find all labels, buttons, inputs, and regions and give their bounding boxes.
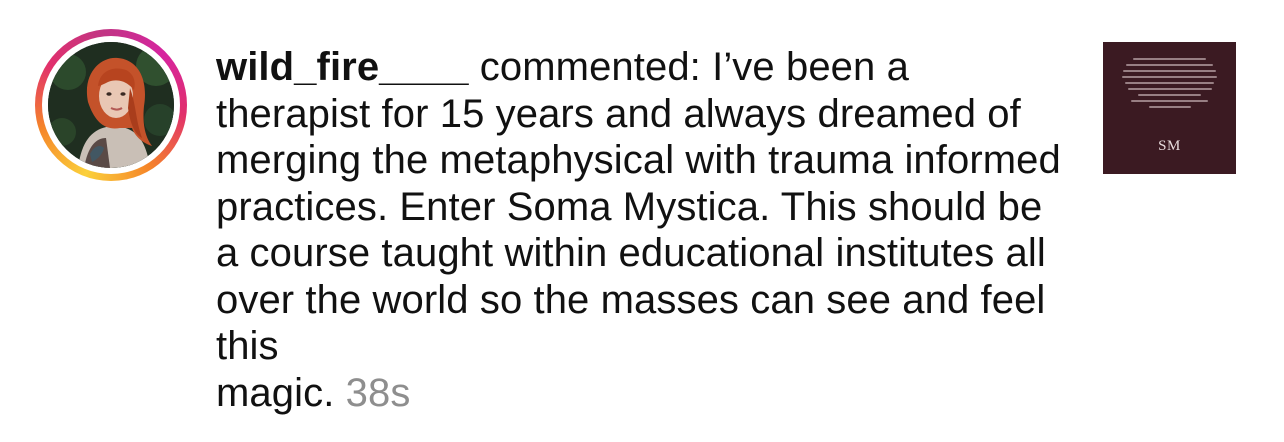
activity-notification[interactable]: wild_fire____ commented: I’ve been a the… [0,0,1284,442]
thumbnail-logo: SM [1158,138,1181,154]
comment-text: I’ve been a therapist for 15 years and a… [216,45,1061,368]
thumbnail-line [1126,64,1213,66]
thumbnail-line [1130,100,1209,102]
username-link[interactable]: wild_fire____ [216,45,469,89]
thumbnail-line [1148,106,1191,108]
thumbnail-line [1138,94,1201,96]
post-thumbnail[interactable]: SM [1103,42,1236,174]
avatar-ring-gap [42,36,180,174]
thumbnail-line [1127,88,1212,90]
avatar[interactable] [48,42,174,168]
avatar-photo-illustration [48,42,174,168]
notification-text: wild_fire____ commented: I’ve been a the… [216,44,1066,416]
thumbnail-line [1125,82,1214,84]
thumbnail-line [1122,76,1217,78]
thumbnail-line [1123,70,1216,72]
comment-last-word: magic. [216,370,335,415]
action-text: commented: [479,45,701,89]
thumbnail-line [1132,58,1207,60]
avatar-story-ring[interactable] [35,29,187,181]
thumbnail-text-lines [1117,58,1222,112]
timestamp: 38s [345,370,411,415]
